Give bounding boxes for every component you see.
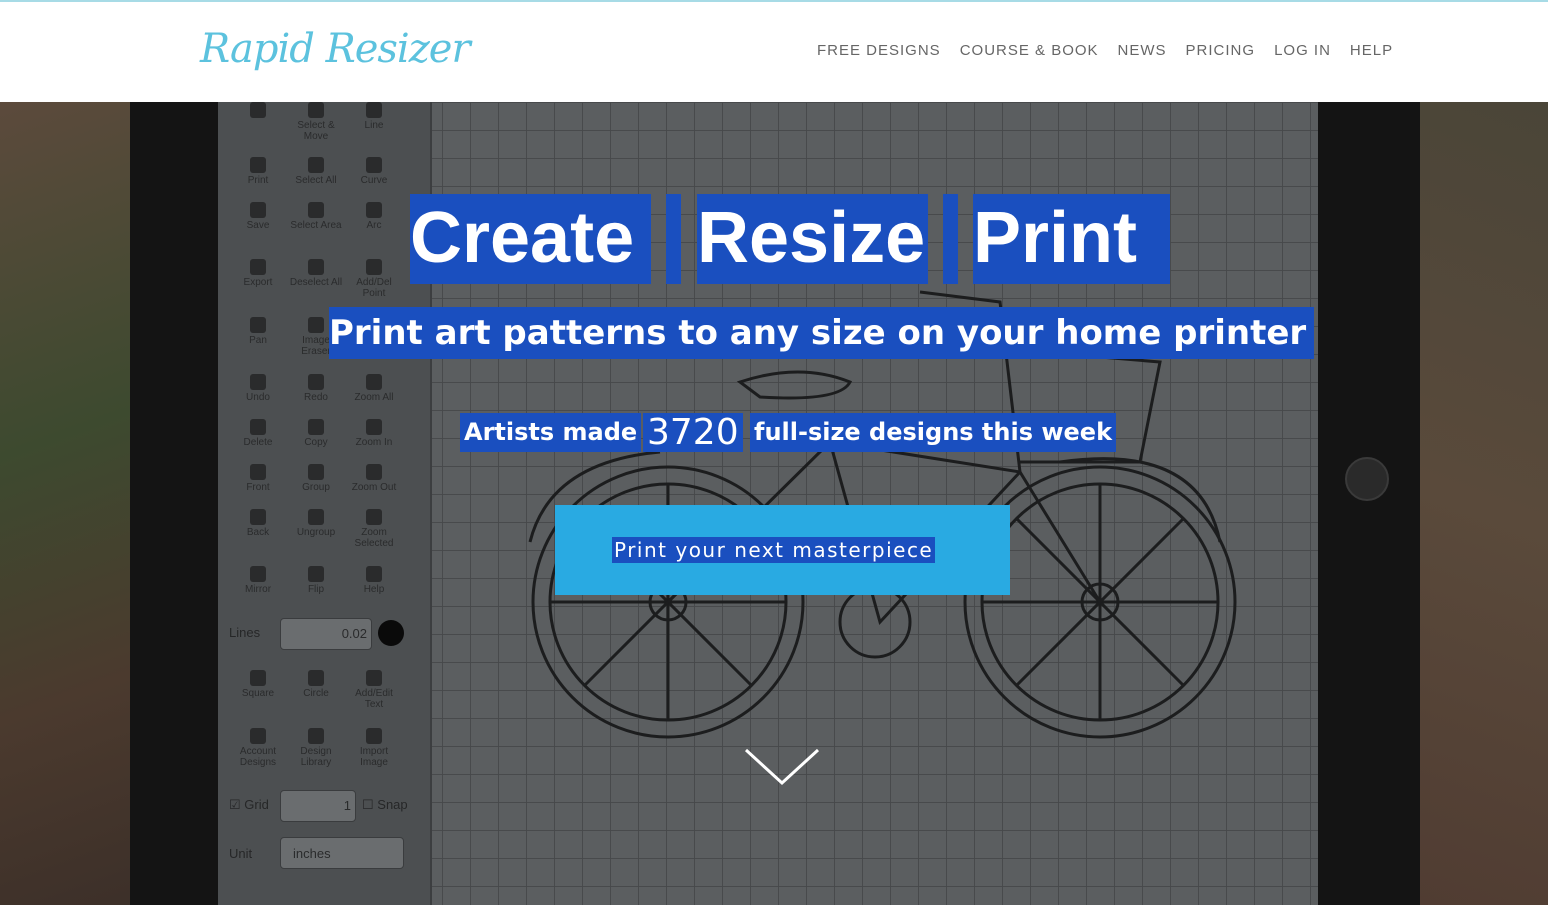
bg-tool: Design Library xyxy=(288,728,344,768)
hero-title-create: Create xyxy=(410,194,651,284)
bg-tool: Add/Edit Text xyxy=(346,670,402,710)
bg-tool: Undo xyxy=(230,374,286,403)
bg-tool: Square xyxy=(230,670,286,699)
bg-grid-label: ☑ Grid xyxy=(229,797,269,812)
nav-pricing[interactable]: PRICING xyxy=(1186,42,1256,59)
bg-tablet-home-button xyxy=(1345,457,1389,501)
hero-subtitle: Print art patterns to any size on your h… xyxy=(329,307,1315,359)
hero-title-separator xyxy=(666,194,681,284)
nav-help[interactable]: HELP xyxy=(1350,42,1393,59)
bg-unit-label: Unit xyxy=(229,846,253,861)
bg-tool: Ungroup xyxy=(288,509,344,538)
site-header: Rapid Resizer FREE DESIGNS COURSE & BOOK… xyxy=(0,2,1548,102)
main-nav: FREE DESIGNS COURSE & BOOK NEWS PRICING … xyxy=(817,42,1393,59)
stat-number-value: 3720 xyxy=(647,412,739,453)
bg-tool: Print xyxy=(230,157,286,186)
hero-title: Create Resize Print xyxy=(0,194,1548,284)
bg-tool: Group xyxy=(288,464,344,493)
bg-tool: Curve xyxy=(346,157,402,186)
bg-tool: Help xyxy=(346,566,402,595)
stat-prefix: Artists made xyxy=(460,413,642,452)
bg-grid-field: 1 xyxy=(280,790,356,822)
bg-tool: Front xyxy=(230,464,286,493)
bg-unit-select: inches xyxy=(280,837,404,869)
bg-tool: Flip xyxy=(288,566,344,595)
bg-tool: Zoom Out xyxy=(346,464,402,493)
bg-tool: Back xyxy=(230,509,286,538)
bg-tool: Line xyxy=(346,102,402,131)
logo[interactable]: Rapid Resizer xyxy=(200,26,471,72)
bg-tool: Pan xyxy=(230,317,286,346)
bg-tool-logo-icon xyxy=(230,102,286,120)
bg-lines-label: Lines xyxy=(229,625,261,640)
bg-tool: Copy xyxy=(288,419,344,448)
stat-number: 3720 xyxy=(643,413,743,452)
nav-log-in[interactable]: LOG IN xyxy=(1274,42,1331,59)
hero-title-resize: Resize xyxy=(697,194,928,284)
bg-tool: Select All xyxy=(288,157,344,186)
bg-lines-field: 0.02 xyxy=(280,618,372,650)
hero-title-print: Print xyxy=(973,194,1170,284)
bg-tool: Zoom All xyxy=(346,374,402,403)
bg-tool: Select & Move xyxy=(288,102,344,142)
chevron-down-icon[interactable] xyxy=(744,747,820,787)
hero-title-separator xyxy=(943,194,958,284)
bg-tool: Redo xyxy=(288,374,344,403)
nav-news[interactable]: NEWS xyxy=(1118,42,1167,59)
bg-tool: Circle xyxy=(288,670,344,699)
bg-snap-label: ☐ Snap xyxy=(362,797,408,812)
bg-tool: Account Designs xyxy=(230,728,286,768)
nav-course-book[interactable]: COURSE & BOOK xyxy=(960,42,1099,59)
bg-tool: Import Image xyxy=(346,728,402,768)
hero-section: Select & Move Line Print Select All Curv… xyxy=(0,102,1548,905)
bg-color-swatch xyxy=(378,620,404,646)
print-masterpiece-button[interactable]: Print your next masterpiece xyxy=(555,505,1010,595)
print-masterpiece-label: Print your next masterpiece xyxy=(612,537,936,563)
bg-tool: Zoom In xyxy=(346,419,402,448)
nav-free-designs[interactable]: FREE DESIGNS xyxy=(817,42,941,59)
stat-suffix: full-size designs this week xyxy=(750,413,1117,452)
bg-tool: Zoom Selected xyxy=(346,509,402,549)
bg-tool: Mirror xyxy=(230,566,286,595)
bg-tool: Delete xyxy=(230,419,286,448)
